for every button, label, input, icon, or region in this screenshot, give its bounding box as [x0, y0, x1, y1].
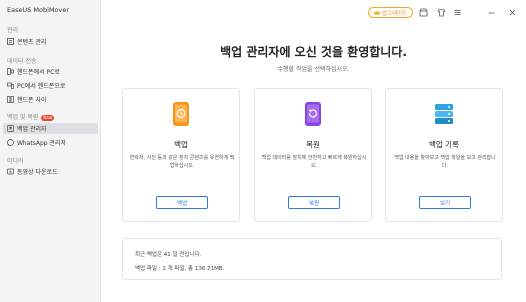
- sidebar-item-backup-manager[interactable]: 백업 관리자: [3, 123, 98, 134]
- phone-to-phone-icon: [7, 96, 14, 103]
- shirt-icon[interactable]: [436, 7, 446, 17]
- backup-history-card-desc: 백업 내용을 찾아보고 백업 파일을 보고 관리합니다.: [394, 155, 496, 169]
- sidebar-item-label: 백업 관리자: [17, 126, 47, 133]
- section-media: 미디어: [7, 158, 24, 165]
- backup-history-card-title: 백업 기록: [429, 140, 459, 149]
- sidebar-item-label: PC에서 핸드폰으로: [17, 83, 66, 90]
- sidebar-item-phone-to-phone[interactable]: 핸드폰 사이: [3, 94, 98, 105]
- backup-phone-icon: [172, 101, 190, 127]
- restore-card-desc: 백업 데이터를 장치에 안전하고 빠르게 복원하십시오.: [261, 155, 367, 169]
- page-title: 백업 관리자에 오신 것을 환영합니다.: [220, 45, 407, 59]
- backup-files-text: 백업 파일 : 2 개 파일, 총 136.71MB.: [135, 266, 225, 272]
- sidebar-item-label: 핸드폰 사이: [17, 97, 47, 104]
- restore-phone-icon: [304, 101, 322, 127]
- backup-card-title: 백업: [174, 140, 188, 149]
- store-icon[interactable]: [418, 7, 428, 17]
- whatsapp-icon: [7, 139, 14, 146]
- sidebar-item-label: 콘텐츠 관리: [17, 39, 47, 46]
- backup-info-box: 최근 백업은 41 일 전입니다. 백업 파일 : 2 개 파일, 총 136.…: [122, 238, 502, 280]
- upgrade-button[interactable]: 업그레이드: [368, 7, 413, 18]
- sidebar-item-whatsapp-manager[interactable]: WhatsApp 관리자: [3, 137, 98, 148]
- minimize-icon[interactable]: [486, 7, 496, 17]
- sidebar-item-phone-to-pc[interactable]: 핸드폰에서 PC로: [3, 66, 98, 77]
- content-icon: [7, 38, 14, 45]
- sidebar: EaseUS MobiMover 관리 콘텐츠 관리 데이터 전송 핸드폰에서 …: [0, 0, 101, 302]
- backup-button[interactable]: 백업: [156, 196, 208, 209]
- backup-card-desc: 연락처, 사진 등과 같은 장치 콘텐츠를 유연하게 백업하십시오.: [129, 155, 235, 169]
- sidebar-item-label: WhatsApp 관리자: [17, 140, 67, 147]
- section-data-transfer: 데이터 전송: [7, 58, 37, 65]
- view-button[interactable]: 보기: [419, 196, 471, 209]
- sidebar-item-label: 핸드폰에서 PC로: [17, 69, 60, 76]
- pc-to-phone-icon: [7, 82, 14, 89]
- crown-icon: [373, 10, 380, 15]
- sidebar-item-label: 동영상 다운로드: [17, 169, 58, 176]
- sidebar-item-video-download[interactable]: 동영상 다운로드: [3, 166, 98, 177]
- phone-to-pc-icon: [7, 68, 14, 75]
- restore-card: 복원 백업 데이터를 장치에 안전하고 빠르게 복원하십시오. 복원: [254, 88, 372, 222]
- backup-manager-icon: [7, 125, 14, 132]
- video-download-icon: [7, 168, 14, 175]
- last-backup-text: 최근 백업은 41 일 전입니다.: [135, 252, 202, 258]
- new-badge: New: [41, 115, 55, 121]
- sidebar-item-content-manage[interactable]: 콘텐츠 관리: [3, 36, 98, 47]
- sidebar-item-pc-to-phone[interactable]: PC에서 핸드폰으로: [3, 80, 98, 91]
- backup-history-icon: [432, 101, 456, 127]
- close-icon[interactable]: [507, 7, 517, 17]
- backup-history-card: 백업 기록 백업 내용을 찾아보고 백업 파일을 보고 관리합니다. 보기: [385, 88, 503, 222]
- backup-card: 백업 연락처, 사진 등과 같은 장치 콘텐츠를 유연하게 백업하십시오. 백업: [122, 88, 240, 222]
- restore-card-title: 복원: [306, 140, 320, 149]
- section-manage: 관리: [7, 27, 19, 34]
- section-backup-restore: 백업 및 복원 New: [7, 114, 55, 121]
- app-title: EaseUS MobiMover: [7, 6, 70, 14]
- menu-icon[interactable]: [452, 7, 462, 17]
- page-subtitle: 수행할 작업을 선택하십시오.: [277, 66, 350, 73]
- restore-button[interactable]: 복원: [288, 196, 340, 209]
